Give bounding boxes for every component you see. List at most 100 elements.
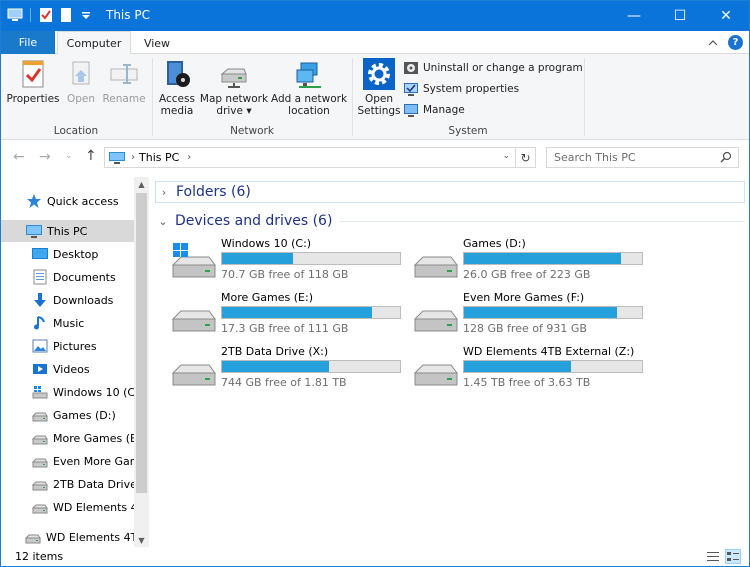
scroll-thumb[interactable] <box>136 193 147 493</box>
map-network-drive-icon <box>220 68 247 88</box>
drive-usage-bar <box>221 360 401 373</box>
system-properties-icon <box>404 83 418 96</box>
uninstall-program-button[interactable]: Uninstall or change a program <box>403 60 583 76</box>
open-button[interactable]: Open <box>63 58 99 105</box>
windows-drive-icon <box>171 243 216 278</box>
rename-button[interactable]: Rename <box>101 58 147 105</box>
properties-icon[interactable] <box>38 7 54 23</box>
rename-icon <box>110 64 138 84</box>
expand-chevron-icon: › <box>161 185 167 199</box>
breadcrumb-separator-icon[interactable]: › <box>187 152 191 163</box>
manage-button[interactable]: Manage <box>403 102 465 118</box>
drive-free-space: 1.45 TB free of 3.63 TB <box>463 376 591 389</box>
nav-wd-elements-root[interactable]: WD Elements 4TB External (Z:) <box>1 526 134 547</box>
nav-this-pc[interactable]: This PC <box>1 220 134 242</box>
new-folder-icon[interactable] <box>58 7 74 23</box>
system-group: Open Settings Uninstall or change a prog… <box>353 54 583 140</box>
tab-computer[interactable]: Computer <box>57 31 131 55</box>
nav-drive-f[interactable]: Even More Games (F:) <box>1 450 134 472</box>
scroll-up-icon[interactable]: ▲ <box>134 177 149 191</box>
folders-group-header[interactable]: › Folders (6) <box>155 181 745 203</box>
nav-label: WD Elements 4TB External (Z:) <box>46 530 134 544</box>
add-network-location-button[interactable]: Add a network location <box>269 58 349 117</box>
nav-drive-x[interactable]: 2TB Data Drive (X:) <box>1 473 134 495</box>
nav-documents[interactable]: Documents <box>1 266 134 288</box>
add-network-location-icon <box>296 62 321 88</box>
close-button[interactable]: ✕ <box>703 1 749 31</box>
this-pc-icon <box>109 151 125 164</box>
forward-arrow-icon[interactable]: → <box>39 149 51 165</box>
minimize-button[interactable]: — <box>611 1 657 31</box>
ribbon-controls: ? <box>708 35 743 50</box>
drive-icon <box>32 412 48 422</box>
rename-label: Rename <box>102 93 146 105</box>
nav-quick-access[interactable]: Quick access <box>1 190 134 212</box>
tab-view[interactable]: View <box>135 31 179 55</box>
nav-desktop[interactable]: Desktop <box>1 243 134 265</box>
maximize-button[interactable]: ☐ <box>657 1 703 31</box>
open-label: Open <box>66 93 96 105</box>
tiles-view-icon <box>727 552 739 561</box>
nav-downloads[interactable]: Downloads <box>1 289 134 311</box>
breadcrumb-this-pc[interactable]: This PC <box>139 151 179 164</box>
help-icon[interactable]: ? <box>728 35 743 50</box>
nav-label: Windows 10 (C:) <box>53 385 134 399</box>
nav-drive-e[interactable]: More Games (E:) <box>1 427 134 449</box>
open-settings-label-2: Settings <box>357 105 401 117</box>
explorer-window: This PC — ☐ ✕ File Computer View ? Prope… <box>0 0 750 567</box>
collapse-chevron-icon: ⌄ <box>158 214 168 228</box>
manage-icon <box>404 104 418 117</box>
hard-drive-icon <box>413 256 458 278</box>
drive-tile[interactable]: Even More Games (F:) 128 GB free of 931 G… <box>413 291 653 343</box>
properties-button[interactable]: Properties <box>6 58 60 105</box>
map-network-drive-button[interactable]: Map network drive ▾ <box>199 58 269 117</box>
nav-music[interactable]: Music <box>1 312 134 334</box>
customize-toolbar-icon[interactable] <box>78 7 94 23</box>
nav-drive-d[interactable]: Games (D:) <box>1 404 134 426</box>
up-arrow-icon[interactable]: ↑ <box>85 148 97 164</box>
drive-name: More Games (E:) <box>221 291 313 304</box>
nav-label: 2TB Data Drive (X:) <box>53 477 134 491</box>
open-settings-button[interactable]: Open Settings <box>357 58 401 117</box>
address-bar[interactable]: › This PC › ⌄ <box>104 147 516 168</box>
tab-file[interactable]: File <box>1 31 55 54</box>
settings-gear-icon <box>363 58 395 90</box>
recent-locations-chevron-icon[interactable]: ⌄ <box>65 151 73 161</box>
uninstall-program-label: Uninstall or change a program <box>423 62 583 74</box>
refresh-button[interactable]: ↻ <box>516 147 536 168</box>
access-media-label: Access <box>159 93 195 105</box>
nav-label: Downloads <box>53 293 114 307</box>
system-properties-button[interactable]: System properties <box>403 81 519 97</box>
system-group-label: System <box>448 125 488 137</box>
drive-tile[interactable]: WD Elements 4TB External (Z:) 1.45 TB fre… <box>413 345 653 397</box>
search-input[interactable]: Search This PC <box>546 147 739 168</box>
collapse-ribbon-icon[interactable] <box>708 38 718 48</box>
nav-label: Music <box>53 316 85 330</box>
nav-label: Pictures <box>53 339 97 353</box>
details-view-icon[interactable] <box>705 549 721 564</box>
drive-tile[interactable]: 2TB Data Drive (X:) 744 GB free of 1.81 T… <box>171 345 411 397</box>
drive-tile[interactable]: More Games (E:) 17.3 GB free of 111 GB <box>171 291 411 343</box>
devices-header-label: Devices and drives (6) <box>175 213 333 229</box>
properties-checklist-icon <box>22 60 44 88</box>
hard-drive-icon <box>413 310 458 332</box>
drive-tile[interactable]: Games (D:) 26.0 GB free of 223 GB <box>413 237 653 289</box>
nav-drive-c[interactable]: Windows 10 (C:) <box>1 381 134 403</box>
breadcrumb-separator-icon[interactable]: › <box>131 152 135 163</box>
address-dropdown-icon[interactable]: ⌄ <box>502 151 510 161</box>
nav-drive-z[interactable]: WD Elements 4TB External (Z:) <box>1 496 134 518</box>
title-bar[interactable]: This PC — ☐ ✕ <box>1 1 749 31</box>
group-separator <box>584 58 585 136</box>
tiles-view-button[interactable] <box>725 549 741 564</box>
drive-icon <box>32 504 48 514</box>
scroll-down-icon[interactable]: ▼ <box>134 533 149 547</box>
nav-scrollbar[interactable]: ▲ ▼ <box>134 177 149 547</box>
devices-group-header[interactable]: ⌄ Devices and drives (6) <box>155 210 745 232</box>
back-arrow-icon[interactable]: ← <box>13 149 25 165</box>
window-controls: — ☐ ✕ <box>611 1 749 31</box>
toolbar-separator <box>30 8 31 22</box>
drive-tile[interactable]: Windows 10 (C:) 70.7 GB free of 118 GB <box>171 237 411 289</box>
access-media-button[interactable]: Access media <box>155 58 199 117</box>
nav-videos[interactable]: Videos <box>1 358 134 380</box>
nav-pictures[interactable]: Pictures <box>1 335 134 357</box>
